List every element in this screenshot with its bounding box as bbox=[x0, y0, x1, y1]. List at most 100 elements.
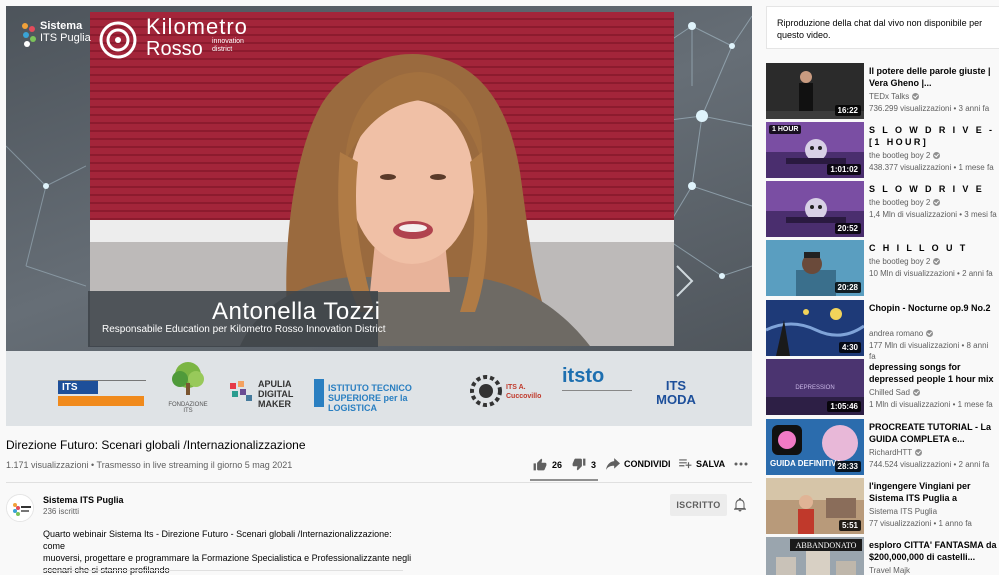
recommendation-item[interactable]: ABBANDONATO esploro CITTA' FANTASMA da $2… bbox=[766, 537, 999, 575]
abandoned-text: ABBANDONATO bbox=[796, 541, 857, 550]
recommendation-channel: the bootleg boy 2 bbox=[869, 257, 941, 266]
recommendation-thumbnail[interactable]: 4:30 bbox=[766, 300, 864, 356]
recommendation-thumbnail[interactable]: 20:28 bbox=[766, 240, 864, 296]
playlist-add-icon bbox=[679, 459, 692, 469]
duration-badge: 20:52 bbox=[834, 223, 861, 234]
recommendation-item[interactable]: 20:28 C H I L L O U T the bootleg boy 2 10 … bbox=[766, 240, 999, 296]
sistema-logo-line1: Sistema bbox=[40, 20, 83, 32]
thumb-up-icon bbox=[533, 458, 547, 471]
recommendation-item[interactable]: 16:22 Il potere delle parole giuste | Ver… bbox=[766, 63, 999, 119]
more-horizontal-icon bbox=[734, 462, 748, 466]
subscriber-count: 236 iscritti bbox=[43, 507, 80, 516]
recommendation-views: 1 Mln di visualizzazioni • 1 mese fa bbox=[869, 400, 993, 409]
recommendation-title[interactable]: Il potere delle parole giuste | Vera Ghe… bbox=[869, 65, 997, 89]
video-description: Quarto webinair Sistema Its - Direzione … bbox=[43, 528, 413, 575]
recommendation-thumbnail[interactable]: 5:51 bbox=[766, 478, 864, 534]
sponsor-apulia-label: APULIA DIGITAL MAKER bbox=[258, 379, 294, 409]
sponsor-cuccovillo: ITS A. Cuccovillo bbox=[468, 373, 550, 411]
sponsor-bar: ITS FONDAZIONE ITS APULIA DIGITAL MAKER bbox=[6, 351, 752, 426]
duration-badge: 5:51 bbox=[838, 520, 861, 531]
save-button[interactable]: SALVA bbox=[678, 458, 725, 470]
verified-icon bbox=[926, 330, 934, 337]
description-line: muoversi, progettare e programmare la Fo… bbox=[43, 553, 412, 563]
channel-label: andrea romano bbox=[869, 329, 924, 338]
channel-label: the bootleg boy 2 bbox=[869, 257, 931, 266]
recommendation-title[interactable]: PROCREATE TUTORIAL - La GUIDA COMPLETA e… bbox=[869, 421, 997, 445]
sponsor-cuccovillo-label: ITS A. Cuccovillo bbox=[506, 384, 542, 400]
recommendation-thumbnail[interactable]: ABBANDONATO bbox=[766, 537, 864, 575]
sponsor-fondazione-label: FONDAZIONE ITS bbox=[168, 402, 208, 414]
duration-badge: 28:33 bbox=[834, 461, 861, 472]
recommendation-channel: the bootleg boy 2 bbox=[869, 198, 941, 207]
recommendation-thumbnail[interactable]: 16:22 bbox=[766, 63, 864, 119]
brand-logo-sub2: district bbox=[212, 46, 233, 53]
brand-logo-sub: innovation district bbox=[212, 38, 244, 54]
recommendation-views: 438.377 visualizzazioni • 1 mese fa bbox=[869, 163, 994, 172]
recommendation-title[interactable]: Chopin - Nocturne op.9 No.2 bbox=[869, 302, 997, 314]
channel-label: Chilled Sad bbox=[869, 388, 910, 397]
recommendation-title[interactable]: S L O W D R I V E bbox=[869, 183, 997, 195]
verified-icon bbox=[933, 152, 941, 159]
depression-text: DEPRESSION bbox=[795, 385, 834, 391]
recommendation-title[interactable]: S L O W D R I V E - [1 HOUR] bbox=[869, 124, 997, 148]
video-player[interactable]: Kilometro Rosso innovation district Sist… bbox=[6, 6, 752, 426]
recommendation-item[interactable]: 5:51 l'ingengere Vingiani per Sistema ITS… bbox=[766, 478, 999, 534]
recommendation-item[interactable]: 4:30 Chopin - Nocturne op.9 No.2 andrea ro… bbox=[766, 300, 999, 361]
channel-label: Sistema ITS Puglia bbox=[869, 507, 938, 516]
divider bbox=[6, 482, 752, 483]
sponsor-itsto: itsto bbox=[562, 365, 632, 409]
duration-badge: 1:01:02 bbox=[827, 164, 861, 175]
procreate-text: GUIDA DEFINITIVA bbox=[770, 459, 842, 468]
verified-icon bbox=[915, 449, 923, 456]
channel-avatar[interactable] bbox=[6, 494, 34, 522]
channel-label: Travel Majk bbox=[869, 566, 911, 575]
recommendation-title[interactable]: esploro CITTA' FANTASMA da $200,000,000 … bbox=[869, 539, 997, 563]
channel-label: RichardHTT bbox=[869, 448, 913, 457]
dislike-button[interactable]: 3 bbox=[572, 458, 596, 471]
recommendation-views: 736.299 visualizzazioni • 3 anni fa bbox=[869, 104, 990, 113]
recommendation-thumbnail[interactable]: 20:52 bbox=[766, 181, 864, 237]
tree-icon bbox=[172, 362, 204, 395]
share-icon bbox=[606, 458, 620, 470]
verified-icon bbox=[933, 199, 941, 206]
recommendation-item[interactable]: GUIDA DEFINITIVA 28:33 PROCREATE TUTORIAL … bbox=[766, 419, 999, 475]
dislike-count: 3 bbox=[591, 459, 597, 470]
recommendation-title[interactable]: C H I L L O U T bbox=[869, 242, 997, 254]
share-button[interactable]: CONDIVIDI bbox=[606, 458, 671, 470]
apulia-logo-icon bbox=[230, 381, 252, 401]
thumb-down-icon bbox=[572, 458, 586, 471]
verified-icon bbox=[933, 258, 941, 265]
recommendation-views: 744.524 visualizzazioni • 2 anni fa bbox=[869, 460, 990, 469]
sistema-logo-line2: ITS Puglia bbox=[40, 32, 91, 44]
recommendation-title[interactable]: depressing songs for depressed people 1 … bbox=[869, 361, 997, 385]
hour-badge: 1 HOUR bbox=[769, 125, 802, 134]
brand-logo-sub1: innovation bbox=[212, 38, 244, 45]
sponsor-its-mobilita: ITS bbox=[58, 371, 146, 407]
like-ratio-bar bbox=[530, 479, 598, 481]
network-graphic-left bbox=[6, 145, 86, 287]
subscribed-button[interactable]: ISCRITTO bbox=[670, 494, 727, 516]
kilometro-rosso-logo-icon bbox=[99, 21, 137, 59]
description-divider bbox=[43, 570, 403, 571]
recommendation-item[interactable]: 1 HOUR 1:01:02 S L O W D R I V E - [1 HOUR… bbox=[766, 122, 999, 178]
notification-bell-icon[interactable] bbox=[734, 498, 746, 512]
sponsor-apulia-digital-maker: APULIA DIGITAL MAKER bbox=[228, 379, 308, 411]
channel-name[interactable]: Sistema ITS Puglia bbox=[43, 495, 124, 505]
recommendation-thumbnail[interactable]: 1 HOUR 1:01:02 bbox=[766, 122, 864, 178]
recommendation-thumbnail[interactable]: DEPRESSION 1:05:46 bbox=[766, 359, 864, 415]
recommendation-channel: andrea romano bbox=[869, 329, 934, 338]
recommendation-item[interactable]: DEPRESSION 1:05:46 depressing songs for de… bbox=[766, 359, 999, 415]
like-button[interactable]: 26 bbox=[533, 458, 562, 471]
verified-icon bbox=[912, 93, 920, 100]
gear-logo-icon bbox=[470, 375, 502, 407]
recommendation-thumbnail[interactable]: GUIDA DEFINITIVA 28:33 bbox=[766, 419, 864, 475]
like-count: 26 bbox=[552, 459, 563, 470]
recommendation-title[interactable]: l'ingengere Vingiani per Sistema ITS Pug… bbox=[869, 480, 997, 504]
more-actions-button[interactable] bbox=[734, 458, 748, 470]
castle-thumbnail: ABBANDONATO bbox=[766, 537, 864, 575]
recommendation-channel: TEDx Talks bbox=[869, 92, 920, 101]
channel-avatar-icon bbox=[7, 495, 33, 521]
video-title: Direzione Futuro: Scenari globali /Inter… bbox=[6, 438, 306, 452]
recommendation-channel: Chilled Sad bbox=[869, 388, 920, 397]
recommendation-item[interactable]: 20:52 S L O W D R I V E the bootleg boy 2 1… bbox=[766, 181, 999, 237]
